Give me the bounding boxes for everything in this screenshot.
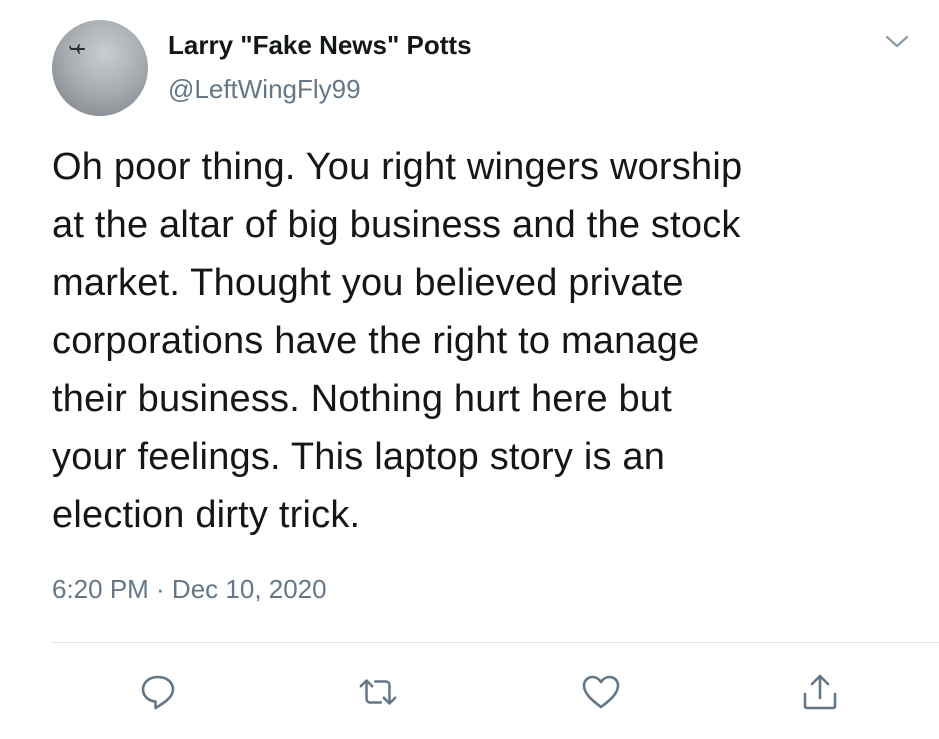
chevron-down-icon (885, 35, 909, 48)
author-handle[interactable]: @LeftWingFly99 (168, 74, 361, 105)
like-button[interactable] (579, 670, 623, 714)
author-display-name[interactable]: Larry "Fake News" Potts (168, 30, 472, 61)
retweet-icon (359, 679, 397, 705)
heart-icon (582, 675, 620, 709)
tweet-menu-button[interactable] (884, 32, 910, 52)
reply-icon (141, 675, 175, 710)
share-button[interactable] (798, 670, 842, 714)
reply-button[interactable] (136, 670, 180, 714)
tweet-card: Larry "Fake News" Potts @LeftWingFly99 O… (0, 0, 939, 739)
avatar[interactable] (52, 20, 148, 116)
divider (52, 642, 939, 643)
tweet-timestamp[interactable]: 6:20 PM · Dec 10, 2020 (52, 574, 327, 605)
share-icon (803, 674, 837, 710)
retweet-button[interactable] (356, 670, 400, 714)
tweet-text: Oh poor thing. You right wingers worship… (52, 146, 743, 536)
airplane-icon (69, 44, 85, 54)
